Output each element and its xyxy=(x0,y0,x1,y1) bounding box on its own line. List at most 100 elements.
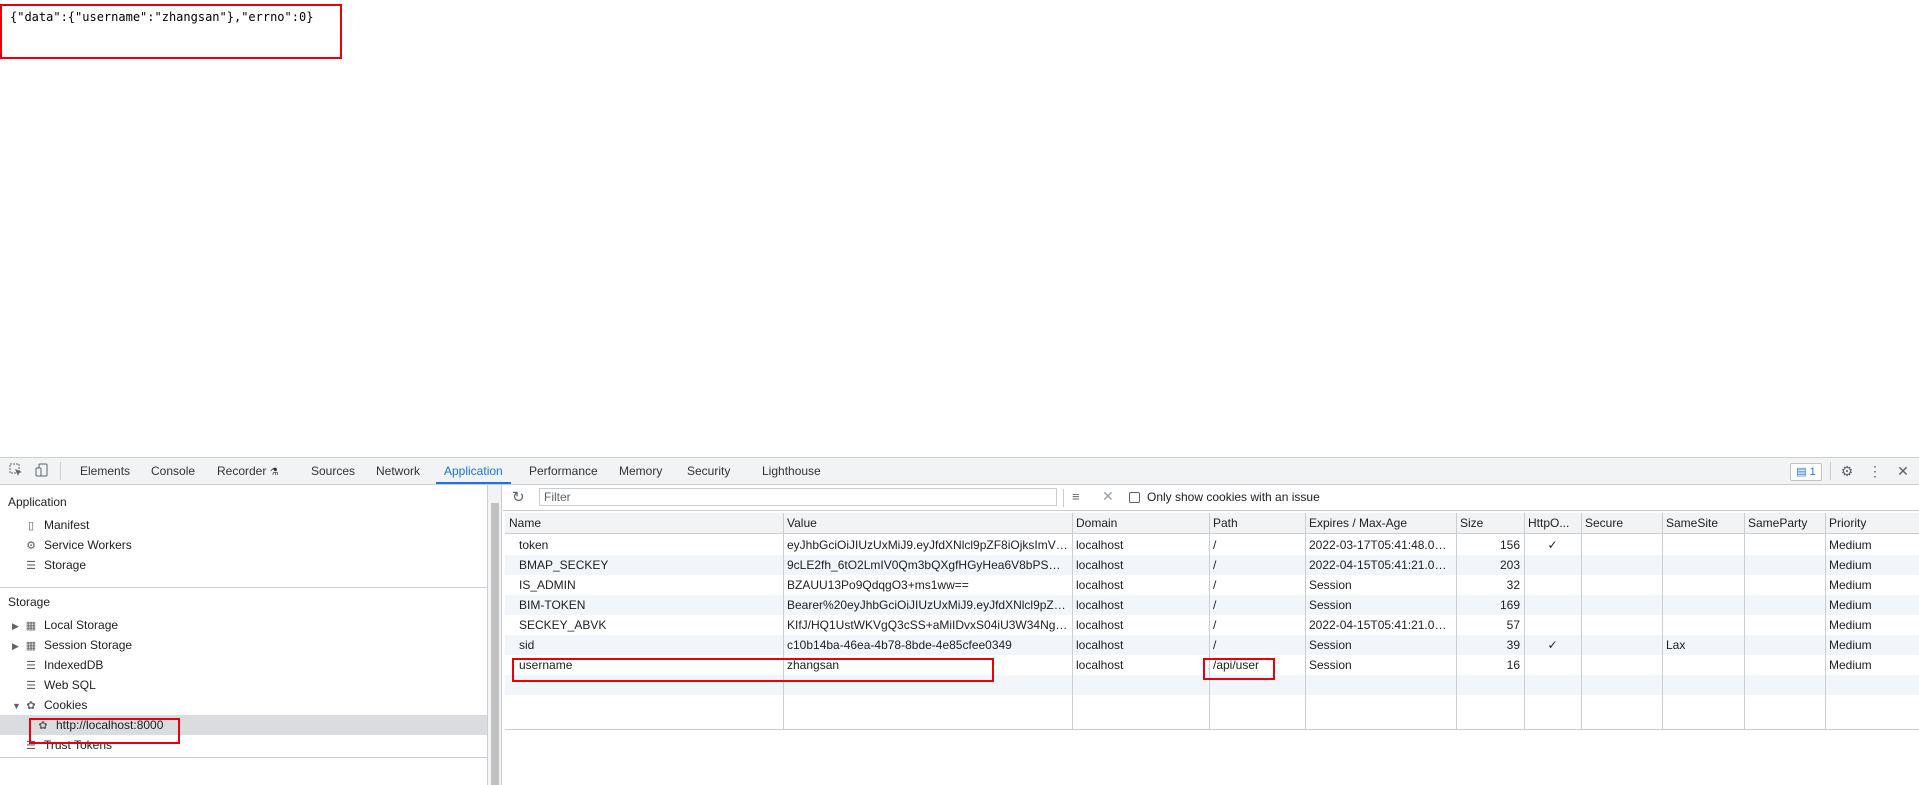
cell-sameparty xyxy=(1744,575,1825,595)
col-header-priority[interactable]: Priority xyxy=(1825,513,1919,533)
cell-domain: localhost xyxy=(1076,658,1124,672)
database-icon: ☰ xyxy=(26,680,36,692)
inspect-element-icon[interactable] xyxy=(8,463,24,479)
col-divider xyxy=(1305,513,1306,729)
tab-application[interactable]: Application xyxy=(436,458,511,484)
sidebar-item-label: Session Storage xyxy=(44,638,133,652)
tab-memory[interactable]: Memory xyxy=(611,458,670,484)
tab-console[interactable]: Console xyxy=(143,458,203,484)
expand-arrow-icon[interactable]: ▶ xyxy=(12,636,22,656)
table-header: Name Value Domain Path Expires / Max-Age… xyxy=(505,513,1919,534)
tab-recorder[interactable]: Recorder ⚗ xyxy=(209,458,287,484)
col-header-sameparty[interactable]: SameParty xyxy=(1744,513,1825,533)
cell-name: BIM-TOKEN xyxy=(519,598,586,612)
sidebar-item-cookie-origin[interactable]: ✿ http://localhost:8000 xyxy=(36,715,163,735)
gear-icon[interactable]: ⚙ xyxy=(1839,463,1855,479)
cell-domain: localhost xyxy=(1076,558,1124,572)
sidebar-item-trust-tokens[interactable]: ☰ Trust Tokens xyxy=(24,735,112,755)
refresh-icon[interactable]: ↻ xyxy=(512,488,525,506)
close-icon[interactable]: ✕ xyxy=(1895,463,1911,479)
col-header-samesite[interactable]: SameSite xyxy=(1662,513,1744,533)
table-row[interactable]: sid c10b14ba-46ea-4b78-8bde-4e85cfee0349 l… xyxy=(505,635,1919,655)
sidebar-item-cookies[interactable]: ▼ ✿ Cookies xyxy=(12,695,87,715)
only-issue-label: Only show cookies with an issue xyxy=(1147,490,1320,504)
col-header-domain[interactable]: Domain xyxy=(1072,513,1209,533)
cell-secure xyxy=(1581,615,1662,635)
col-header-httponly[interactable]: HttpO... xyxy=(1524,513,1581,533)
cell-expires: 2022-04-15T05:41:21.000Z xyxy=(1309,618,1456,632)
col-header-size[interactable]: Size xyxy=(1456,513,1524,533)
device-toolbar-icon[interactable] xyxy=(34,463,50,479)
cell-sameparty xyxy=(1744,555,1825,575)
col-header-secure[interactable]: Secure xyxy=(1581,513,1662,533)
clear-filtered-icon[interactable]: ≡ xyxy=(1072,489,1080,504)
cell-priority: Medium xyxy=(1829,558,1872,572)
sidebar-item-storage[interactable]: ☰ Storage xyxy=(24,555,86,575)
filter-input[interactable] xyxy=(539,488,1057,506)
cell-priority: Medium xyxy=(1829,538,1872,552)
cell-secure xyxy=(1581,635,1662,655)
table-row[interactable]: username zhangsan localhost/api/user Sessio… xyxy=(505,655,1919,675)
cell-httponly: ✓ xyxy=(1547,638,1558,652)
tab-recorder-label: Recorder xyxy=(217,464,267,478)
tab-elements[interactable]: Elements xyxy=(72,458,138,484)
cell-sameparty xyxy=(1744,615,1825,635)
kebab-menu-icon[interactable]: ⋮ xyxy=(1867,463,1883,479)
sidebar-item-label: Web SQL xyxy=(44,678,96,692)
cell-priority: Medium xyxy=(1829,618,1872,632)
cell-httponly xyxy=(1524,595,1581,615)
cell-priority: Medium xyxy=(1829,658,1872,672)
table-row[interactable]: IS_ADMIN BZAUU13Po9QdqgO3+ms1ww== localhos… xyxy=(505,575,1919,595)
col-divider xyxy=(1825,513,1826,729)
table-row[interactable]: token eyJhbGciOiJIUzUxMiJ9.eyJfdXNlcl9pZF… xyxy=(505,535,1919,555)
cell-name: IS_ADMIN xyxy=(519,578,576,592)
col-divider xyxy=(1581,513,1582,729)
col-header-value[interactable]: Value xyxy=(783,513,1072,533)
cell-samesite xyxy=(1662,575,1744,595)
issues-badge[interactable]: ▤ 1 xyxy=(1790,463,1822,481)
cell-domain: localhost xyxy=(1076,538,1124,552)
col-header-name[interactable]: Name xyxy=(505,513,783,533)
tab-network[interactable]: Network xyxy=(368,458,428,484)
collapse-arrow-icon[interactable]: ▼ xyxy=(12,696,22,716)
flask-icon: ⚗ xyxy=(269,467,279,478)
tab-sources[interactable]: Sources xyxy=(303,458,363,484)
cell-httponly xyxy=(1524,655,1581,675)
cell-name: username xyxy=(519,658,573,672)
sidebar-item-local-storage[interactable]: ▶ ▦ Local Storage xyxy=(12,615,118,635)
database-icon: ☰ xyxy=(26,560,36,572)
devtools-tabbar: Elements Console Recorder ⚗ Sources Netw… xyxy=(0,457,1919,485)
sidebar-item-service-workers[interactable]: ⚙ Service Workers xyxy=(24,535,132,555)
sidebar-item-label: Storage xyxy=(44,558,87,572)
cell-domain: localhost xyxy=(1076,638,1124,652)
col-divider xyxy=(1744,513,1745,729)
scrollbar-thumb[interactable] xyxy=(491,503,499,785)
cell-size: 203 xyxy=(1499,558,1520,572)
cell-expires: Session xyxy=(1309,598,1352,612)
sidebar-item-session-storage[interactable]: ▶ ▦ Session Storage xyxy=(12,635,132,655)
sidebar-item-indexeddb[interactable]: ☰ IndexedDB xyxy=(24,655,103,675)
cell-priority: Medium xyxy=(1829,578,1872,592)
sidebar-item-label: Trust Tokens xyxy=(44,738,113,752)
cell-expires: 2022-03-17T05:41:48.002Z xyxy=(1309,538,1456,552)
expand-arrow-icon[interactable]: ▶ xyxy=(12,616,22,636)
tab-security[interactable]: Security xyxy=(679,458,738,484)
cell-size: 16 xyxy=(1506,658,1520,672)
delete-selected-icon[interactable]: ✕ xyxy=(1102,488,1114,505)
cell-expires: Session xyxy=(1309,578,1352,592)
sidebar-scrollbar[interactable] xyxy=(488,485,502,785)
cell-secure xyxy=(1581,595,1662,615)
table-row[interactable]: SECKEY_ABVK KIfJ/HQ1UstWKVgQ3cSS+aMiIDvxS… xyxy=(505,615,1919,635)
tab-lighthouse[interactable]: Lighthouse xyxy=(754,458,829,484)
col-header-path[interactable]: Path xyxy=(1209,513,1305,533)
tab-performance[interactable]: Performance xyxy=(521,458,606,484)
table-row[interactable]: BMAP_SECKEY 9cLE2fh_6tO2LmIV0Qm3bQXgfHGyH… xyxy=(505,555,1919,575)
sidebar-divider xyxy=(0,757,487,758)
only-issue-checkbox[interactable] xyxy=(1129,492,1140,503)
cell-path: / xyxy=(1213,618,1217,632)
sidebar-item-web-sql[interactable]: ☰ Web SQL xyxy=(24,675,96,695)
table-row[interactable]: BIM-TOKEN Bearer%20eyJhbGciOiJIUzUxMiJ9.e… xyxy=(505,595,1919,615)
col-divider xyxy=(1456,513,1457,729)
sidebar-item-manifest[interactable]: ▯ Manifest xyxy=(24,515,89,535)
col-header-expires[interactable]: Expires / Max-Age xyxy=(1305,513,1456,533)
